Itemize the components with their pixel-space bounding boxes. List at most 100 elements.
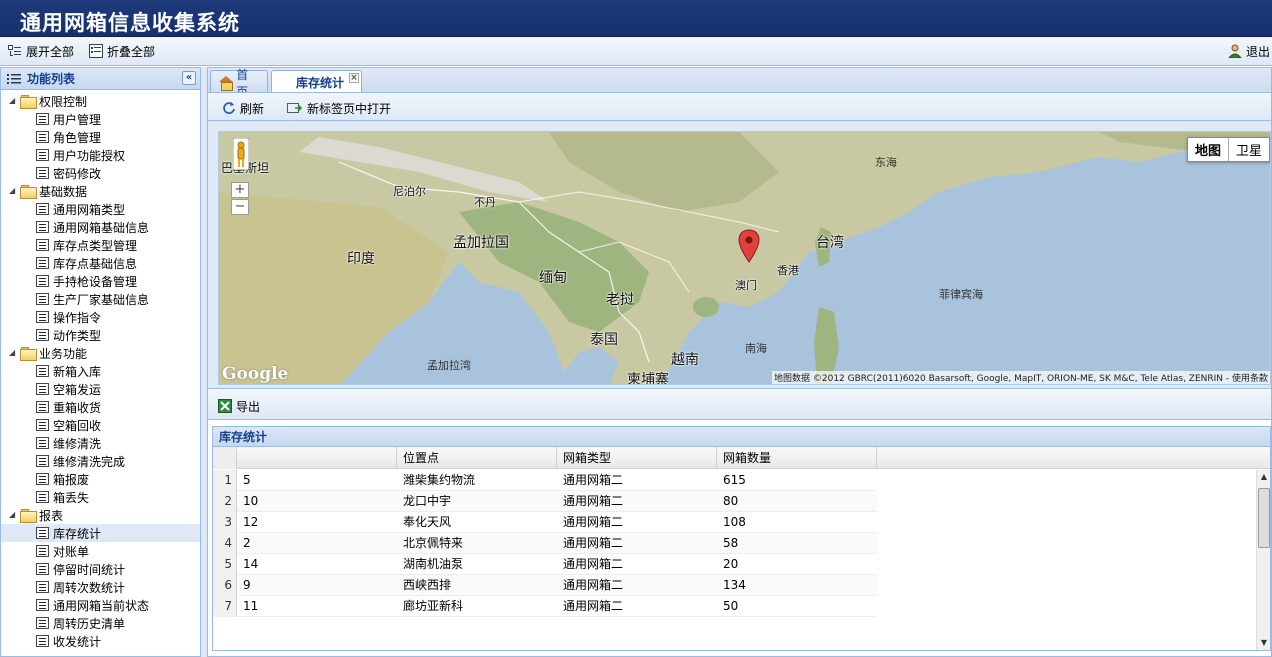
tree-item-label: 周转次数统计 — [53, 580, 126, 595]
collapse-panel-button[interactable]: « — [182, 71, 196, 85]
tree-group-permissions[interactable]: ◢ 权限控制 — [1, 92, 200, 110]
tree-item-label: 动作类型 — [53, 328, 102, 343]
tree-item[interactable]: 空箱回收 — [1, 416, 200, 434]
table-row[interactable]: 7 11 廊坊亚新科 通用网箱二 50 — [213, 596, 877, 617]
open-new-tab-button[interactable]: 新标签页中打开 — [287, 99, 391, 117]
expand-all-label: 展开全部 — [26, 44, 75, 59]
new-tab-icon — [287, 101, 303, 115]
cell-location: 西峡西排 — [403, 578, 452, 592]
table-row[interactable]: 6 9 西峡西排 通用网箱二 134 — [213, 575, 877, 596]
grid-vertical-scrollbar[interactable]: ▲ ▼ — [1256, 470, 1270, 650]
street-view-pegman-icon[interactable] — [233, 138, 249, 170]
cell-type: 通用网箱二 — [563, 473, 624, 487]
tree-item[interactable]: 对账单 — [1, 542, 200, 560]
scroll-down-arrow-icon[interactable]: ▼ — [1257, 636, 1271, 650]
tree-item[interactable]: 库存点基础信息 — [1, 254, 200, 272]
map-label-india: 印度 — [347, 251, 375, 267]
folder-open-icon — [20, 347, 37, 361]
tree-group-business[interactable]: ◢ 业务功能 — [1, 344, 200, 362]
cell-type: 通用网箱二 — [563, 578, 624, 592]
tab-inventory-stats[interactable]: 库存统计 × — [271, 70, 362, 94]
map-type-map-button[interactable]: 地图 — [1188, 138, 1229, 161]
tree-item[interactable]: 通用网箱当前状态 — [1, 596, 200, 614]
tab-home[interactable]: 首页 — [210, 68, 268, 99]
tree-item[interactable]: 收发统计 — [1, 632, 200, 650]
tree-item[interactable]: 重箱收货 — [1, 398, 200, 416]
map-copyright[interactable]: 地图数据 ©2012 GBRC(2011)6020 Basarsoft, Goo… — [772, 371, 1270, 384]
tree-group-base-data[interactable]: ◢ 基础数据 — [1, 182, 200, 200]
table-row[interactable]: 1 5 潍柴集约物流 通用网箱二 615 — [213, 470, 877, 491]
page-icon — [36, 293, 49, 305]
excel-icon — [218, 399, 232, 413]
tree-item[interactable]: 动作类型 — [1, 326, 200, 344]
inventory-grid-panel: 库存统计 位置点 网箱类型 网箱数量 1 5 潍柴集约物流 通用网箱二 615 … — [212, 426, 1271, 651]
function-tree: ◢ 权限控制 用户管理 角色管理 用户功能授权 密码修改 ◢ 基础数据 通用网箱类型… — [1, 90, 200, 650]
tree-group-reports[interactable]: ◢ 报表 — [1, 506, 200, 524]
expand-arrow-icon[interactable]: ◢ — [9, 348, 19, 358]
tree-item[interactable]: 新箱入库 — [1, 362, 200, 380]
tree-item[interactable]: 通用网箱基础信息 — [1, 218, 200, 236]
expand-all-button[interactable]: 展开全部 — [8, 42, 74, 60]
tree-item[interactable]: 密码修改 — [1, 164, 200, 182]
column-header-count[interactable]: 网箱数量 — [717, 447, 877, 469]
scroll-thumb[interactable] — [1258, 488, 1270, 548]
logout-label: 退出 — [1246, 44, 1271, 59]
close-icon[interactable]: × — [349, 73, 359, 83]
tree-item[interactable]: 操作指令 — [1, 308, 200, 326]
table-row[interactable]: 3 12 奉化天风 通用网箱二 108 — [213, 512, 877, 533]
tree-item[interactable]: 用户管理 — [1, 110, 200, 128]
zoom-in-button[interactable]: + — [231, 182, 249, 198]
tree-item[interactable]: 手持枪设备管理 — [1, 272, 200, 290]
cell-count: 134 — [723, 578, 746, 592]
column-header-location[interactable]: 位置点 — [397, 447, 557, 469]
page-icon — [36, 329, 49, 341]
table-row[interactable]: 4 2 北京佩特来 通用网箱二 58 — [213, 533, 877, 554]
refresh-button[interactable]: 刷新 — [222, 99, 264, 117]
tree-item[interactable]: 空箱发运 — [1, 380, 200, 398]
map-label-cambodia: 柬埔寨 — [627, 372, 669, 385]
tree-item[interactable]: 箱报废 — [1, 470, 200, 488]
table-row[interactable]: 5 14 湖南机油泵 通用网箱二 20 — [213, 554, 877, 575]
map-label-thailand: 泰国 — [590, 332, 618, 348]
tree-item[interactable]: 通用网箱类型 — [1, 200, 200, 218]
page-icon — [36, 275, 49, 287]
tree-item[interactable]: 周转次数统计 — [1, 578, 200, 596]
tree-item[interactable]: 停留时间统计 — [1, 560, 200, 578]
tab-label: 库存统计 — [296, 76, 345, 90]
google-logo[interactable]: Google — [222, 364, 288, 384]
page-icon — [36, 113, 49, 125]
column-header-id[interactable] — [237, 447, 397, 469]
table-row[interactable]: 2 10 龙口中宇 通用网箱二 80 — [213, 491, 877, 512]
map-type-satellite-button[interactable]: 卫星 — [1229, 138, 1269, 161]
page-icon — [36, 491, 49, 503]
google-map[interactable]: 巴基斯坦 尼泊尔 不丹 孟加拉国 印度 缅甸 老挝 泰国 越南 柬埔寨 孟加拉湾… — [218, 131, 1271, 385]
tree-item-selected[interactable]: 库存统计 — [1, 524, 200, 542]
page-icon — [36, 131, 49, 143]
grid-body: 1 5 潍柴集约物流 通用网箱二 615 2 10 龙口中宇 通用网箱二 80 … — [213, 470, 1256, 650]
tree-item[interactable]: 库存点类型管理 — [1, 236, 200, 254]
collapse-all-button[interactable]: 折叠全部 — [89, 42, 155, 60]
scroll-up-arrow-icon[interactable]: ▲ — [1257, 470, 1271, 484]
folder-open-icon — [20, 95, 37, 109]
page-icon — [36, 473, 49, 485]
tree-item[interactable]: 生产厂家基础信息 — [1, 290, 200, 308]
page-icon — [36, 599, 49, 611]
map-marker-icon[interactable] — [737, 228, 761, 264]
tree-item[interactable]: 用户功能授权 — [1, 146, 200, 164]
tree-item[interactable]: 维修清洗完成 — [1, 452, 200, 470]
tree-item[interactable]: 维修清洗 — [1, 434, 200, 452]
column-header-type[interactable]: 网箱类型 — [557, 447, 717, 469]
tree-item[interactable]: 箱丢失 — [1, 488, 200, 506]
tree-item[interactable]: 角色管理 — [1, 128, 200, 146]
expand-arrow-icon[interactable]: ◢ — [9, 510, 19, 520]
expand-arrow-icon[interactable]: ◢ — [9, 96, 19, 106]
export-button[interactable]: 导出 — [218, 397, 260, 415]
tree-item[interactable]: 周转历史清单 — [1, 614, 200, 632]
page-icon — [36, 401, 49, 413]
logout-button[interactable]: 退出 — [1227, 42, 1271, 60]
zoom-out-button[interactable]: − — [231, 199, 249, 215]
page-icon — [36, 203, 49, 215]
page-icon — [36, 617, 49, 629]
expand-arrow-icon[interactable]: ◢ — [9, 186, 19, 196]
row-number: 3 — [213, 512, 237, 533]
